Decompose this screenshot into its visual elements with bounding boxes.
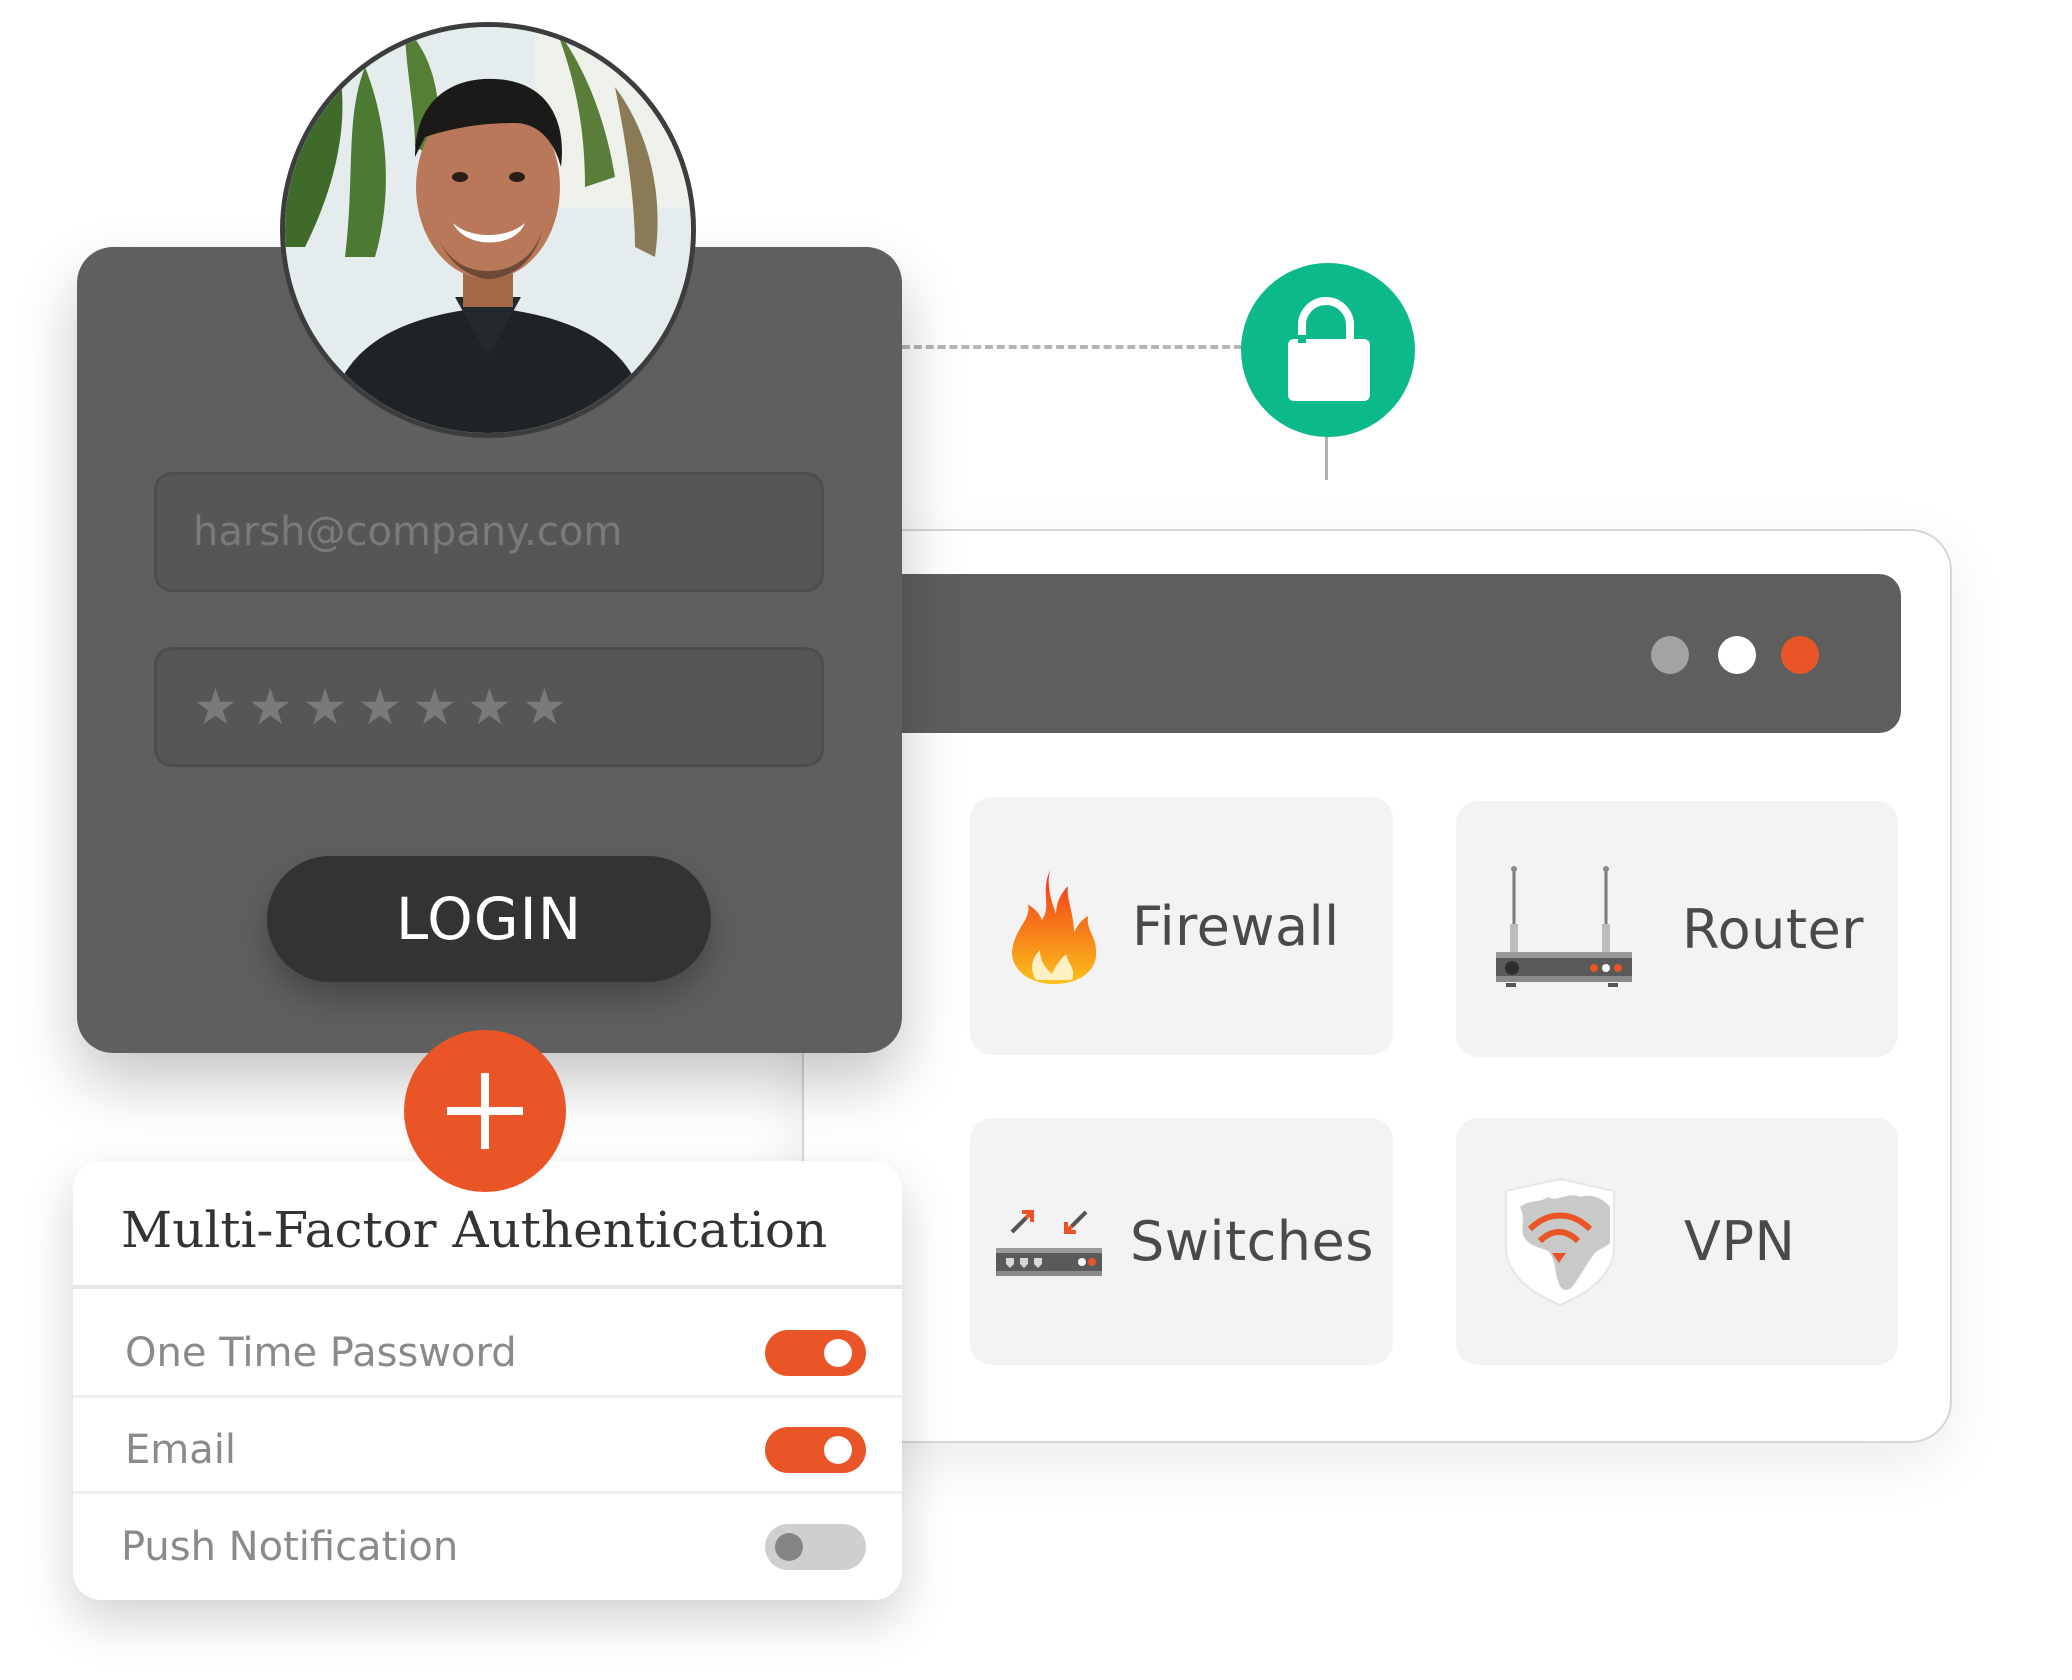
email-value: harsh@company.com [193,509,623,555]
push-notification-toggle[interactable] [765,1524,866,1570]
connector-dashed-line [902,345,1242,349]
switch-icon [996,1209,1102,1276]
otp-toggle[interactable] [765,1330,866,1376]
user-photo [285,27,691,433]
email-field[interactable]: harsh@company.com [154,472,824,592]
toggle-knob [824,1339,852,1367]
firewall-flame-icon [1012,870,1097,984]
plus-icon [447,1073,523,1149]
tile-label: Switches [1130,1210,1374,1273]
mfa-option-label: Email [125,1427,236,1473]
tile-label: Firewall [1132,894,1340,958]
add-factor-button[interactable] [404,1030,566,1192]
mfa-option-otp: One Time Password [73,1305,902,1401]
mfa-title: Multi-Factor Authentication [121,1201,828,1259]
tile-label: Router [1682,897,1864,961]
mfa-card: Multi-Factor Authentication One Time Pas… [73,1161,902,1600]
vpn-shield-globe-icon [1505,1177,1615,1306]
tile-switches[interactable]: Switches [970,1118,1393,1365]
window-dot-white[interactable] [1718,636,1756,674]
mfa-option-push: Push Notification [73,1499,902,1595]
password-field[interactable]: ★ ★ ★ ★ ★ ★ ★ [154,647,824,767]
mfa-option-label: One Time Password [125,1330,517,1376]
tile-router[interactable]: Router [1456,801,1898,1057]
password-mask-star: ★ [357,678,403,736]
password-mask-star: ★ [467,678,512,736]
toggle-knob [775,1533,803,1561]
password-mask-star: ★ [412,678,458,736]
login-button[interactable]: LOGIN [267,856,711,982]
tile-label: VPN [1684,1210,1796,1273]
router-icon [1496,866,1632,987]
password-mask-star: ★ [193,678,238,736]
mfa-divider [73,1285,902,1289]
mfa-option-email: Email [73,1402,902,1498]
window-dot-close[interactable] [1781,636,1819,674]
window-dot-gray[interactable] [1651,636,1689,674]
mfa-row-divider [73,1491,902,1494]
mfa-option-label: Push Notification [121,1524,459,1570]
password-mask-star: ★ [521,678,567,736]
toggle-knob [824,1436,852,1464]
connector-vertical-line [1325,430,1328,480]
mfa-row-divider [73,1395,902,1398]
password-mask-star: ★ [302,678,348,736]
user-avatar [280,22,696,438]
unlock-icon [1288,297,1370,401]
password-mask: ★ ★ ★ ★ ★ ★ ★ [193,682,567,732]
tile-firewall[interactable]: Firewall [970,797,1393,1055]
tile-vpn[interactable]: VPN [1456,1118,1898,1365]
unlock-status-badge [1241,263,1415,437]
password-mask-star: ★ [247,678,293,736]
email-toggle[interactable] [765,1427,866,1473]
